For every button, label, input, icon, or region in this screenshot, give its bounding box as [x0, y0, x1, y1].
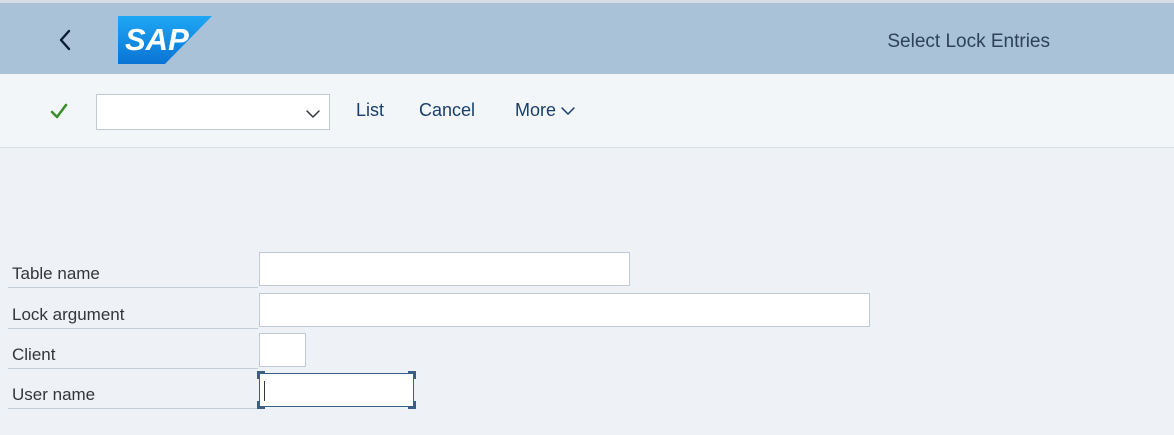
- form-row-table-name: Table name: [0, 252, 880, 288]
- sap-logo[interactable]: SAP: [118, 16, 212, 69]
- lock-argument-input[interactable]: [260, 294, 869, 326]
- client-field[interactable]: [259, 333, 306, 367]
- focus-corner: [408, 371, 416, 379]
- enter-button[interactable]: [46, 100, 72, 122]
- back-button[interactable]: [50, 23, 80, 57]
- chevron-down-icon: [561, 107, 575, 115]
- table-name-label: Table name: [8, 252, 258, 288]
- table-name-field[interactable]: [259, 252, 630, 286]
- shell-bar: SAP Select Lock Entries: [0, 0, 1174, 74]
- form-row-client: Client: [0, 333, 880, 369]
- focus-corner: [257, 401, 265, 409]
- more-label: More: [515, 100, 557, 120]
- lock-argument-label: Lock argument: [8, 293, 258, 329]
- svg-text:SAP: SAP: [125, 22, 189, 57]
- selection-form: Table name Lock argument Client User nam…: [0, 148, 1174, 435]
- client-label: Client: [8, 333, 258, 369]
- command-input[interactable]: [97, 95, 308, 129]
- client-input[interactable]: [260, 334, 305, 366]
- focus-corner: [408, 401, 416, 409]
- cancel-button[interactable]: Cancel: [419, 100, 475, 121]
- chevron-down-icon[interactable]: [305, 106, 321, 124]
- chevron-left-icon: [59, 29, 71, 51]
- list-button[interactable]: List: [356, 100, 384, 121]
- more-button[interactable]: More: [515, 100, 576, 121]
- focus-corner: [257, 371, 265, 379]
- checkmark-icon: [50, 103, 68, 119]
- user-name-input[interactable]: [260, 374, 413, 406]
- text-cursor: [264, 381, 265, 401]
- page-title: Select Lock Entries: [887, 31, 1050, 52]
- command-field[interactable]: [96, 94, 330, 130]
- user-name-label: User name: [8, 373, 258, 409]
- form-row-user-name: User name: [0, 371, 880, 409]
- user-name-field[interactable]: [257, 371, 416, 409]
- toolbar: List Cancel More: [0, 74, 1174, 148]
- lock-argument-field[interactable]: [259, 293, 870, 327]
- table-name-input[interactable]: [260, 253, 629, 285]
- form-row-lock-argument: Lock argument: [0, 293, 880, 329]
